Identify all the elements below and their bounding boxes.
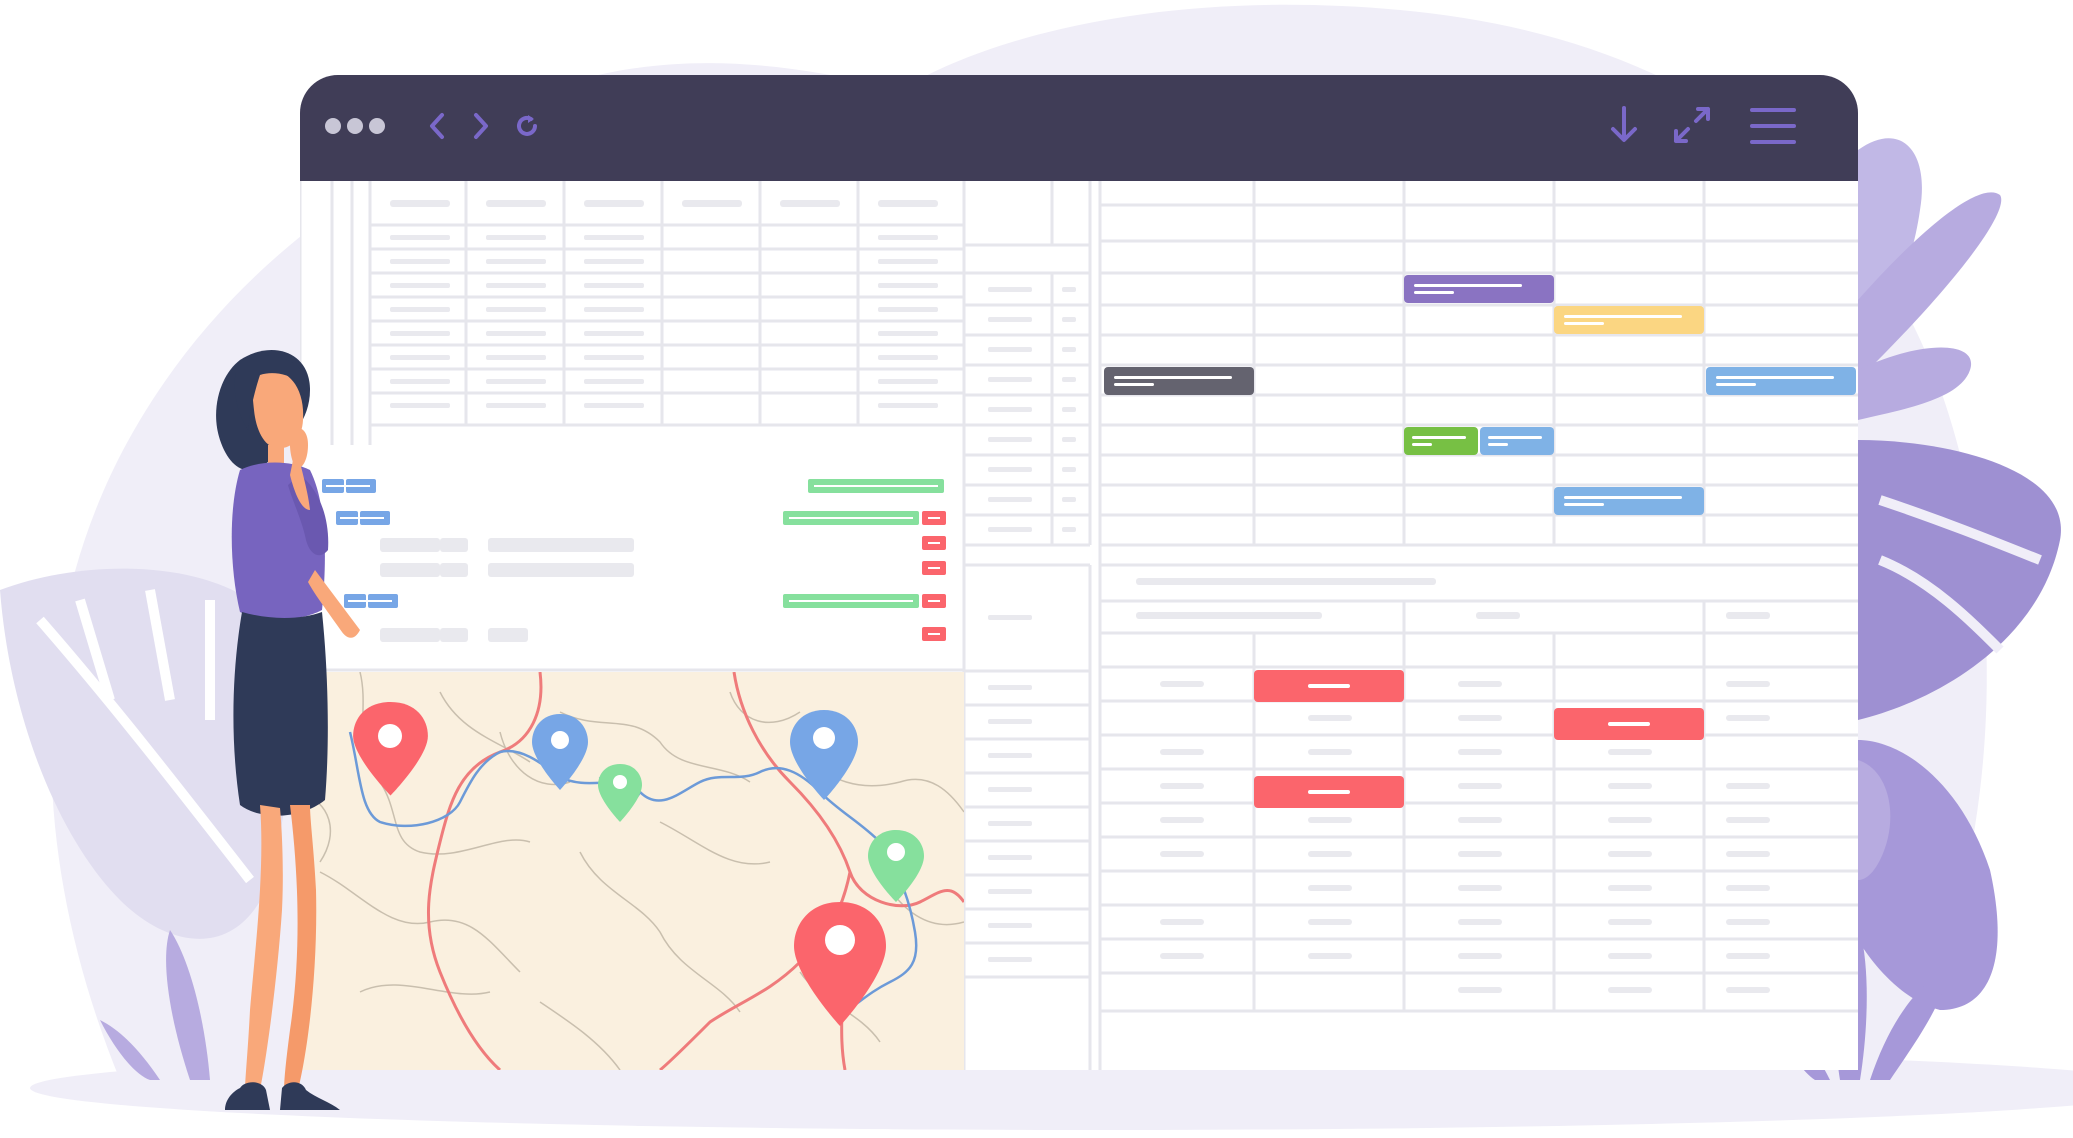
calendar-event[interactable] <box>1104 367 1254 395</box>
calendar-event[interactable] <box>1554 306 1704 334</box>
calendar-event[interactable] <box>1706 367 1856 395</box>
woman-thinking-figure <box>216 350 360 1110</box>
calendar-event[interactable] <box>1404 427 1478 455</box>
gantt-bars <box>322 479 946 641</box>
browser-window <box>300 75 1858 1070</box>
calendar-event[interactable] <box>1480 427 1554 455</box>
table-placeholders <box>380 200 938 642</box>
calendar-event[interactable] <box>1254 670 1404 702</box>
calendar-event[interactable] <box>1404 275 1554 303</box>
calendar-event[interactable] <box>1554 487 1704 515</box>
right-leaves-icon <box>1858 138 2061 1010</box>
calendar-event[interactable] <box>1554 708 1704 740</box>
resource-column <box>964 181 1102 1070</box>
calendar-event[interactable] <box>1254 776 1404 808</box>
